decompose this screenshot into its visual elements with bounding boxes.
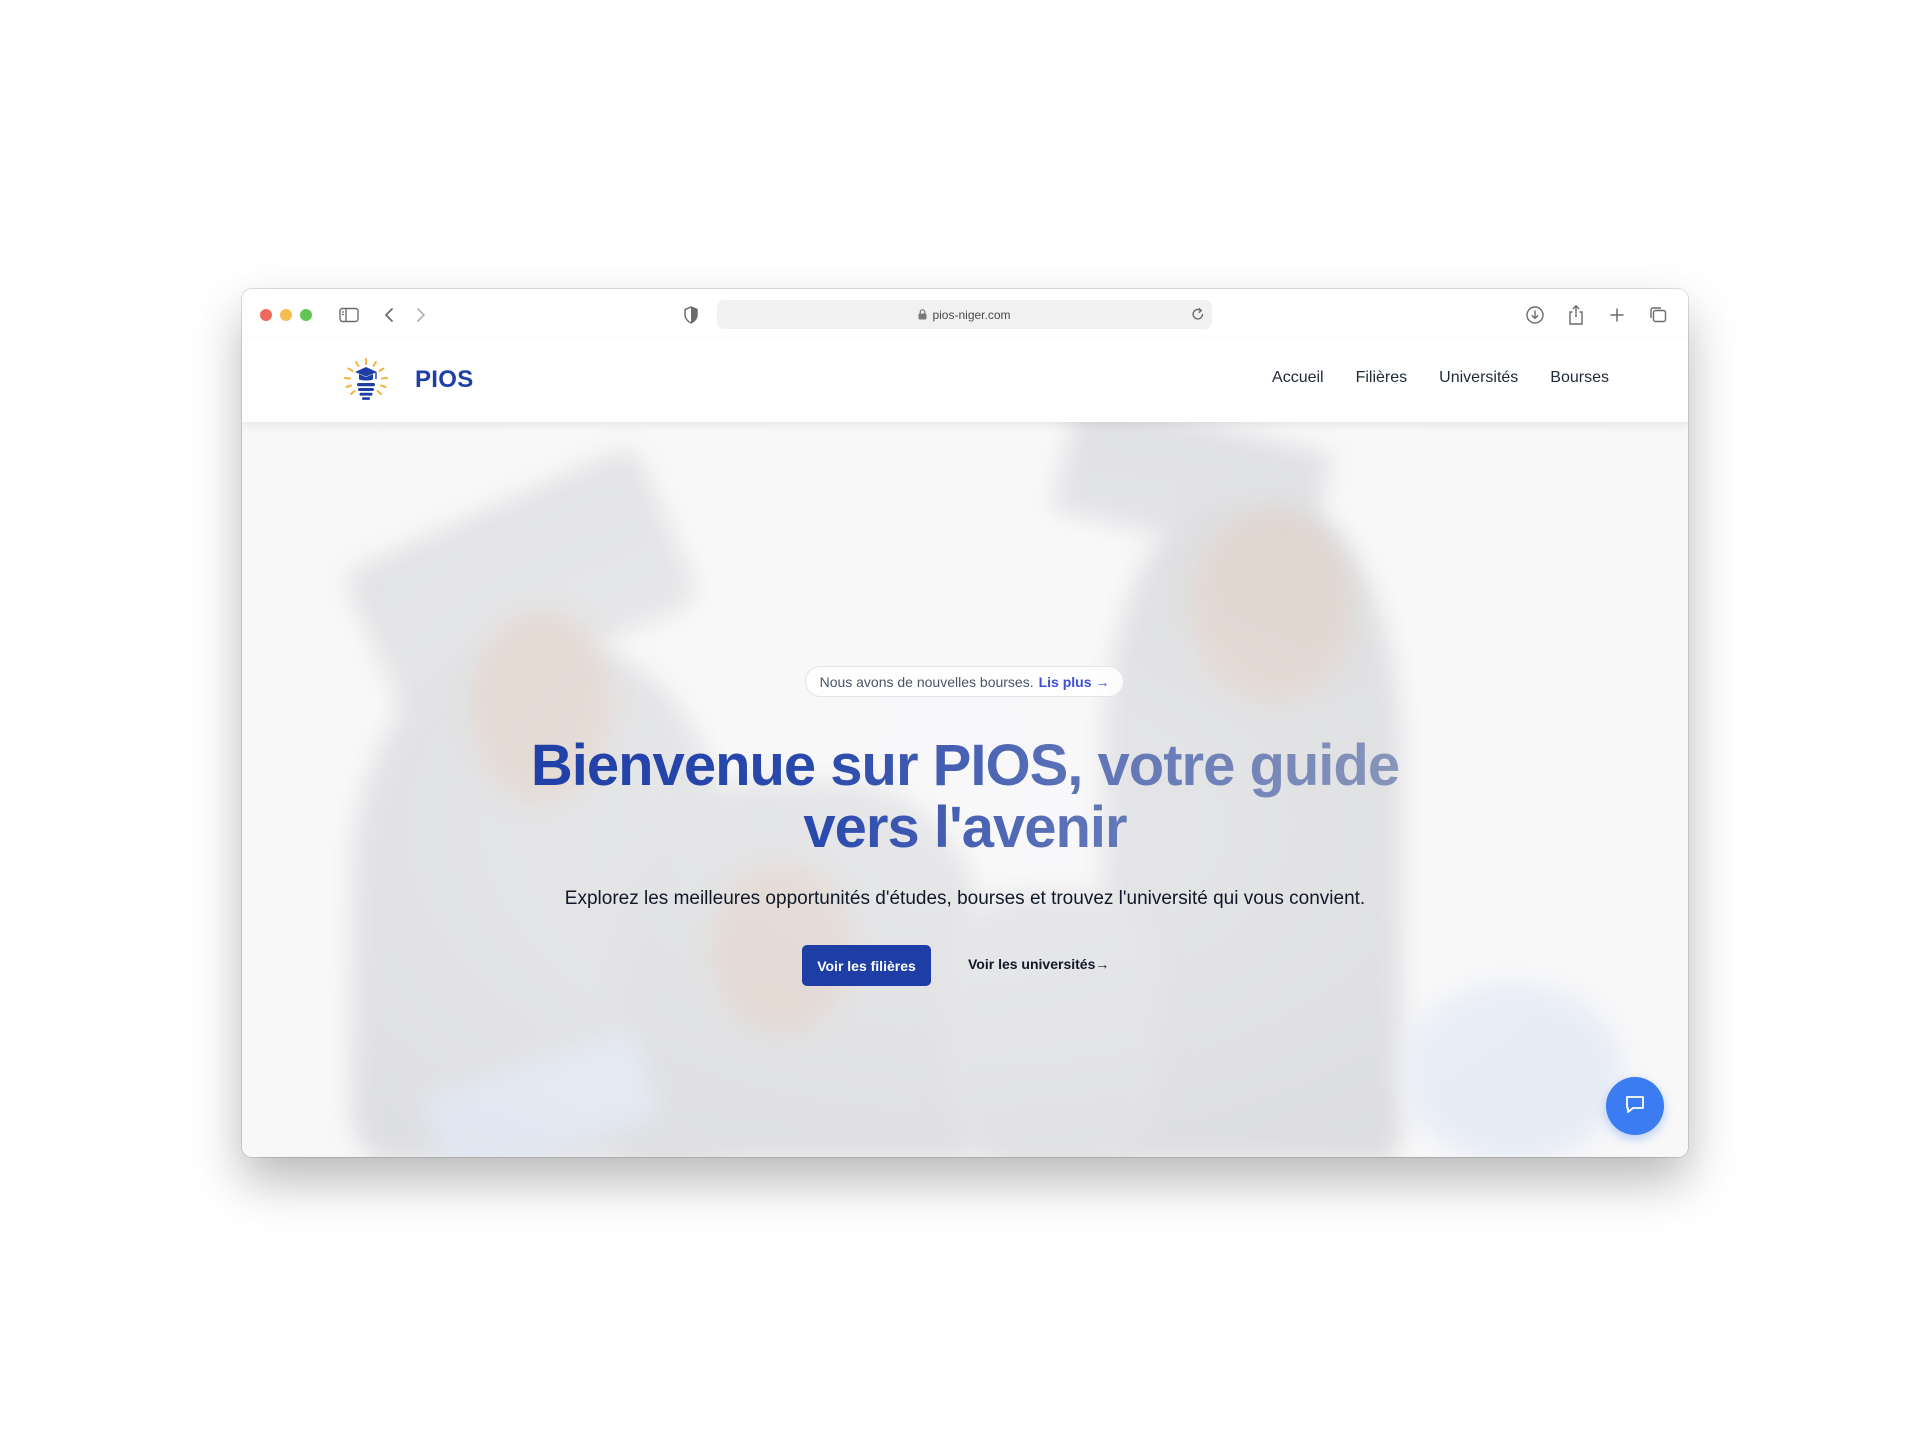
browser-window: pios-niger.com PIOS Accueil Filières Uni… (242, 289, 1688, 1157)
lock-icon (918, 309, 927, 320)
hero-subtitle: Explorez les meilleures opportunités d'é… (564, 888, 1366, 909)
share-icon[interactable] (1563, 302, 1589, 328)
privacy-shield-icon[interactable] (678, 302, 704, 328)
view-filieres-button[interactable]: Voir les filières (802, 945, 931, 986)
hero-content: Nous avons de nouvelles bourses. Lis plu… (242, 422, 1688, 1157)
address-bar[interactable]: pios-niger.com (717, 300, 1212, 329)
announcement-pill[interactable]: Nous avons de nouvelles bourses. Lis plu… (805, 666, 1124, 697)
back-arrow-icon[interactable] (376, 302, 402, 328)
forward-arrow-icon[interactable] (408, 302, 434, 328)
download-icon[interactable] (1522, 302, 1548, 328)
announcement-read-more-link[interactable]: Lis plus → (1039, 674, 1110, 690)
new-tab-icon[interactable] (1604, 302, 1630, 328)
hero-section: Nous avons de nouvelles bourses. Lis plu… (242, 422, 1688, 1157)
nav-item-universites[interactable]: Universités (1439, 369, 1518, 387)
site-header: PIOS Accueil Filières Universités Bourse… (242, 339, 1688, 422)
pios-logo-icon[interactable] (342, 357, 390, 405)
browser-toolbar: pios-niger.com (242, 289, 1688, 339)
close-window-button[interactable] (260, 309, 272, 321)
sidebar-toggle-icon[interactable] (336, 302, 362, 328)
hero-title-line-1: Bienvenue sur PIOS, votre guide (530, 733, 1400, 798)
hero-title-line-2: vers l'avenir (803, 795, 1127, 860)
tab-overview-icon[interactable] (1645, 302, 1671, 328)
chat-button[interactable] (1606, 1077, 1664, 1135)
announcement-text: Nous avons de nouvelles bourses. (819, 673, 1034, 690)
view-universites-link[interactable]: Voir les universités→ (968, 956, 1109, 972)
chat-bubble-icon (1623, 1092, 1647, 1121)
nav-item-bourses[interactable]: Bourses (1550, 369, 1609, 387)
brand-name[interactable]: PIOS (415, 366, 474, 394)
maximize-window-button[interactable] (300, 309, 312, 321)
reload-icon[interactable] (1191, 306, 1205, 325)
address-url: pios-niger.com (932, 307, 1011, 322)
nav-item-filieres[interactable]: Filières (1356, 369, 1408, 387)
minimize-window-button[interactable] (280, 309, 292, 321)
hero-title: Bienvenue sur PIOS, votre guide vers l'a… (465, 735, 1465, 859)
main-nav: Accueil Filières Universités Bourses (1272, 369, 1609, 387)
nav-item-accueil[interactable]: Accueil (1272, 369, 1324, 387)
